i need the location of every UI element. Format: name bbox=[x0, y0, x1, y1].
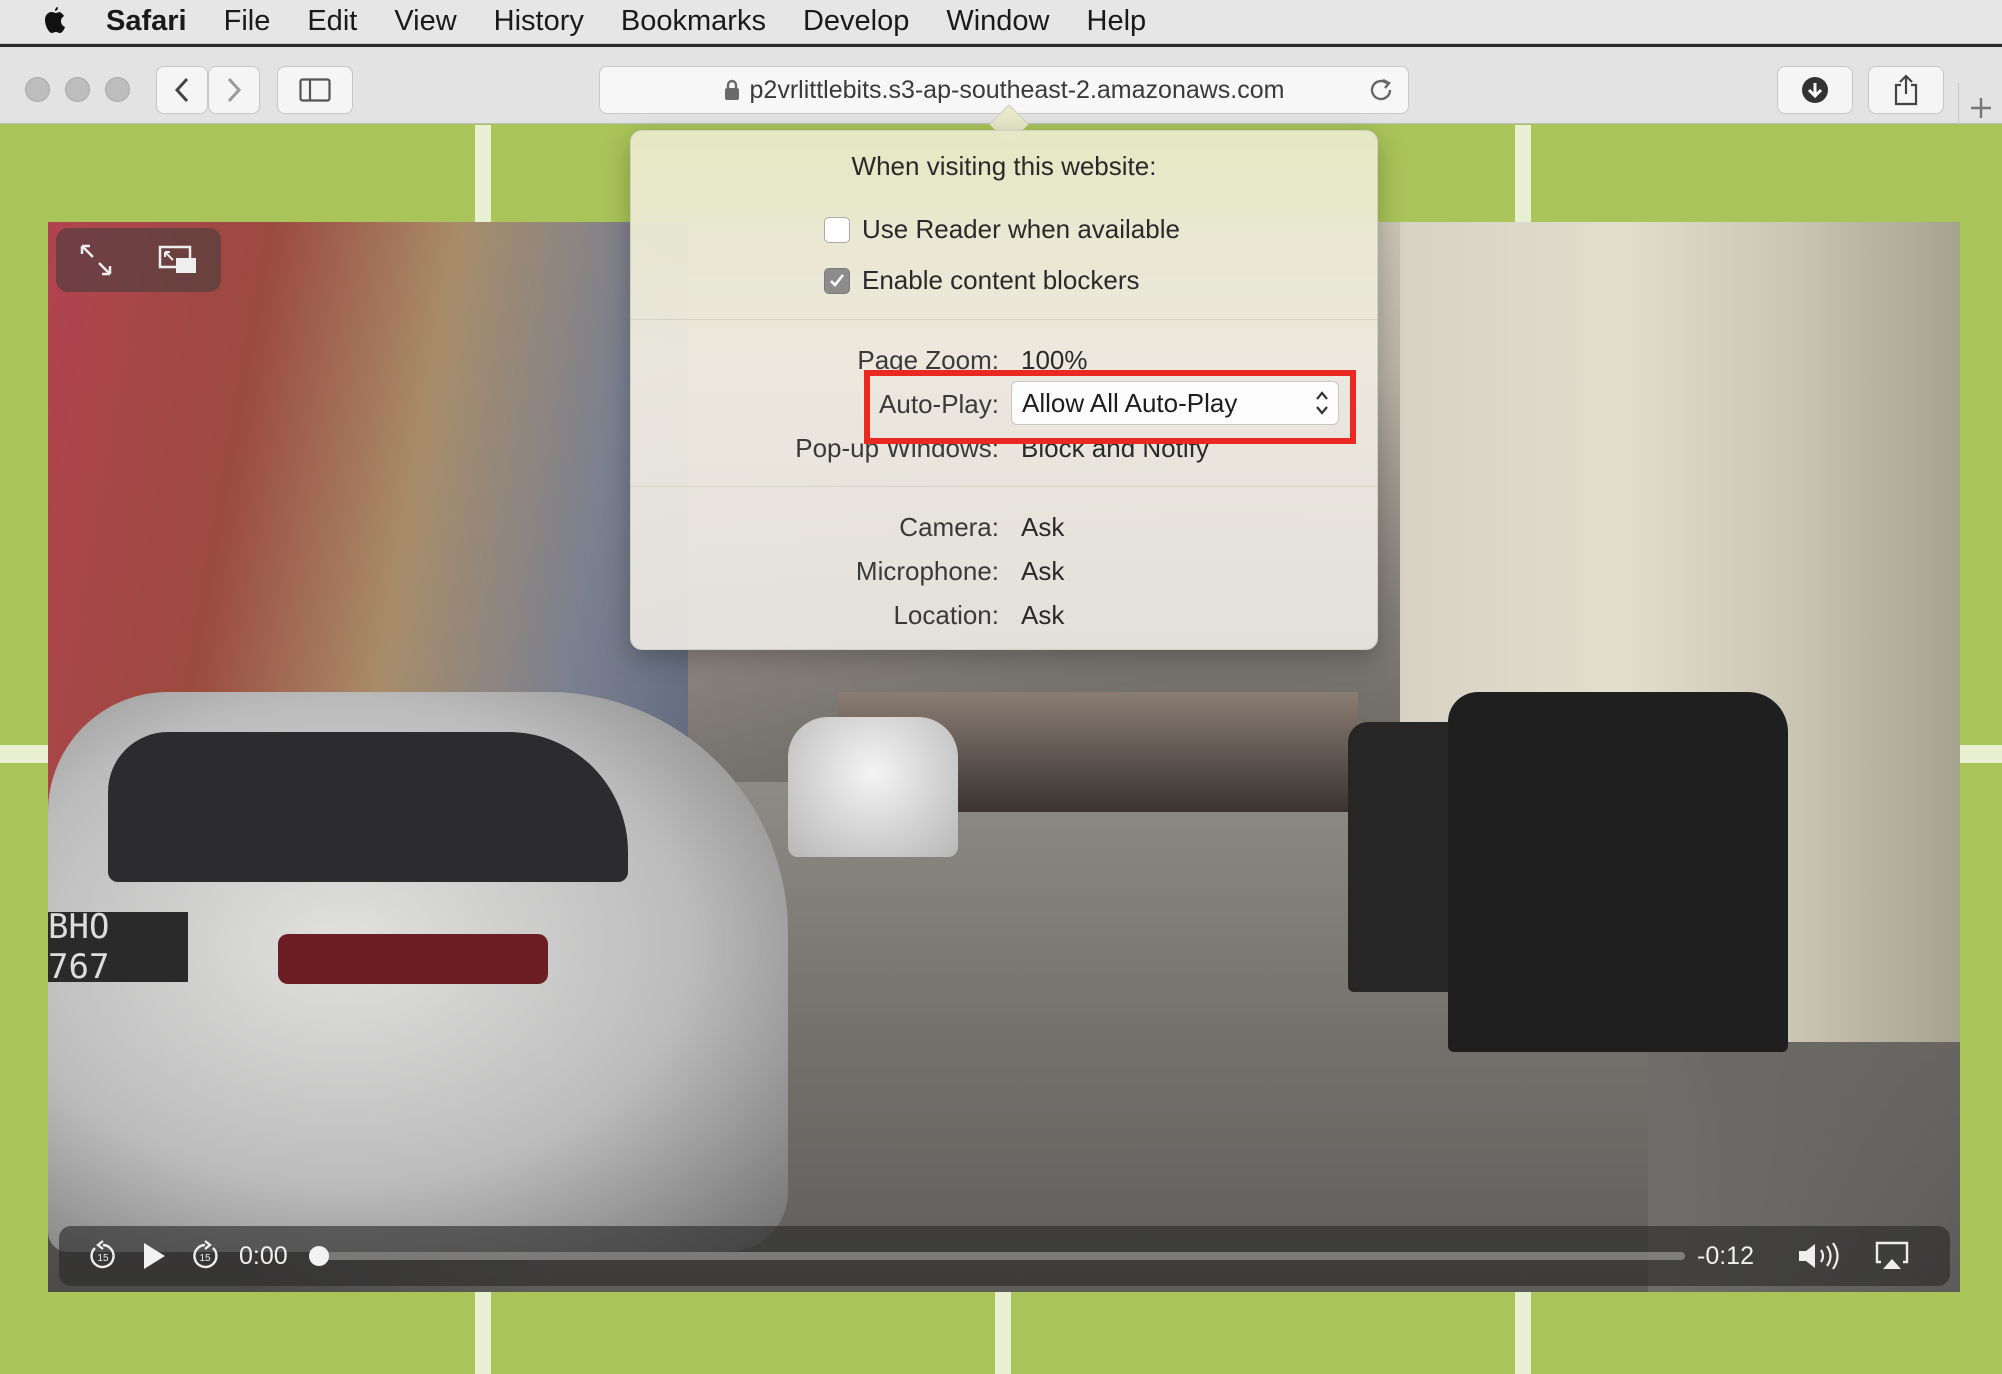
reload-icon[interactable] bbox=[1368, 77, 1394, 103]
background-stripe bbox=[0, 745, 48, 763]
plus-icon bbox=[1969, 96, 1993, 120]
camera-value[interactable]: Ask bbox=[1021, 512, 1064, 543]
volume-icon[interactable] bbox=[1797, 1241, 1841, 1271]
popover-title: When visiting this website: bbox=[851, 151, 1157, 181]
chevron-left-icon bbox=[174, 77, 190, 103]
content-blockers-checkbox[interactable] bbox=[824, 267, 850, 294]
content-blockers-option[interactable]: Enable content blockers bbox=[824, 265, 1140, 296]
microphone-value[interactable]: Ask bbox=[1021, 556, 1064, 587]
close-window-button[interactable] bbox=[25, 77, 50, 102]
use-reader-option[interactable]: Use Reader when available bbox=[824, 214, 1180, 245]
background-stripe bbox=[1515, 125, 1531, 225]
use-reader-checkbox[interactable] bbox=[824, 216, 850, 243]
menu-bar: Safari File Edit View History Bookmarks … bbox=[0, 0, 2002, 44]
menu-window[interactable]: Window bbox=[946, 5, 1049, 38]
menu-history[interactable]: History bbox=[494, 5, 584, 38]
background-stripe bbox=[475, 1290, 491, 1374]
use-reader-label: Use Reader when available bbox=[862, 214, 1180, 244]
fullscreen-icon[interactable] bbox=[79, 243, 113, 277]
divider bbox=[631, 486, 1377, 487]
minimize-window-button[interactable] bbox=[65, 77, 90, 102]
download-icon bbox=[1801, 76, 1829, 104]
svg-text:15: 15 bbox=[97, 1253, 109, 1264]
scrubber-knob[interactable] bbox=[309, 1246, 329, 1266]
share-icon bbox=[1893, 74, 1919, 106]
menu-edit[interactable]: Edit bbox=[307, 5, 357, 38]
background-stripe bbox=[475, 125, 491, 225]
menu-develop[interactable]: Develop bbox=[803, 5, 909, 38]
content-blockers-label: Enable content blockers bbox=[862, 265, 1140, 295]
video-scrubber[interactable] bbox=[309, 1246, 1685, 1266]
camera-label: Camera: bbox=[899, 512, 999, 542]
forward-button[interactable] bbox=[208, 66, 260, 114]
car-rear-window bbox=[108, 732, 628, 882]
sidebar-icon bbox=[299, 78, 331, 102]
menu-view[interactable]: View bbox=[394, 5, 456, 38]
menu-help[interactable]: Help bbox=[1087, 5, 1147, 38]
url-text: p2vrlittlebits.s3-ap-southeast-2.amazona… bbox=[749, 75, 1285, 104]
skip-forward-15-icon[interactable]: 15 bbox=[189, 1240, 221, 1272]
share-button[interactable] bbox=[1868, 66, 1944, 114]
chevron-right-icon bbox=[226, 77, 242, 103]
skip-back-15-icon[interactable]: 15 bbox=[87, 1240, 119, 1272]
address-bar[interactable]: p2vrlittlebits.s3-ap-southeast-2.amazona… bbox=[599, 66, 1409, 114]
menu-file[interactable]: File bbox=[224, 5, 271, 38]
lock-icon bbox=[724, 79, 740, 101]
elapsed-time: 0:00 bbox=[239, 1241, 288, 1270]
location-value[interactable]: Ask bbox=[1021, 600, 1064, 631]
parked-car-white bbox=[788, 717, 958, 857]
picture-in-picture-icon[interactable] bbox=[158, 245, 198, 275]
airplay-icon[interactable] bbox=[1875, 1241, 1909, 1271]
dumpster bbox=[1448, 692, 1788, 1052]
location-label: Location: bbox=[893, 600, 999, 630]
play-icon[interactable] bbox=[141, 1241, 167, 1271]
sidebar-toggle-button[interactable] bbox=[277, 66, 353, 114]
background-stripe bbox=[1515, 1290, 1531, 1374]
microphone-label: Microphone: bbox=[855, 556, 999, 586]
menu-bookmarks[interactable]: Bookmarks bbox=[621, 5, 766, 38]
car-tail-light bbox=[278, 934, 548, 984]
apple-icon[interactable] bbox=[40, 6, 68, 38]
svg-text:15: 15 bbox=[199, 1253, 211, 1264]
video-top-controls bbox=[56, 228, 221, 292]
back-button[interactable] bbox=[156, 66, 208, 114]
downloads-button[interactable] bbox=[1777, 66, 1853, 114]
menu-safari[interactable]: Safari bbox=[106, 5, 187, 38]
remaining-time: -0:12 bbox=[1697, 1241, 1754, 1270]
auto-play-highlight-box bbox=[864, 370, 1356, 444]
divider bbox=[631, 319, 1377, 320]
background-stripe bbox=[1960, 745, 2002, 763]
background-stripe bbox=[995, 1290, 1011, 1374]
zoom-window-button[interactable] bbox=[105, 77, 130, 102]
video-controls: 15 15 0:00 -0:12 bbox=[59, 1226, 1950, 1286]
license-plate: BHO 767 bbox=[48, 907, 188, 987]
